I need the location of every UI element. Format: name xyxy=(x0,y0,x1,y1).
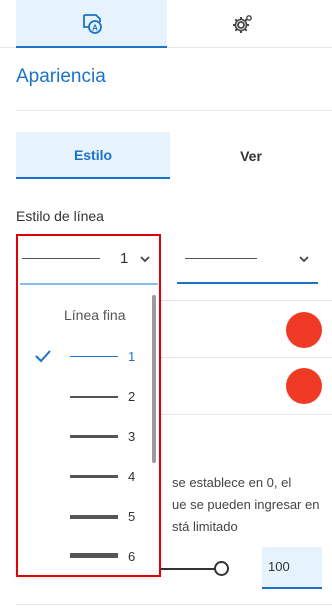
fill-color-swatch[interactable] xyxy=(286,368,322,404)
highlight-box xyxy=(16,234,161,577)
line-style-select[interactable] xyxy=(177,236,318,284)
tab-settings[interactable] xyxy=(167,0,318,48)
segment-estilo[interactable]: Estilo xyxy=(16,132,170,179)
slider-handle[interactable] xyxy=(214,561,229,576)
divider xyxy=(16,110,332,111)
tab-style[interactable]: A xyxy=(16,0,167,48)
chevron-down-icon xyxy=(299,256,309,263)
top-toolbar: A xyxy=(0,0,332,48)
line-style-label: Estilo de línea xyxy=(16,208,104,224)
line-style-preview xyxy=(185,258,257,259)
svg-text:A: A xyxy=(92,24,98,33)
section-title: Apariencia xyxy=(16,66,106,87)
gear-icon xyxy=(232,15,252,33)
segment-ver[interactable]: Ver xyxy=(170,132,332,179)
slider-value-input[interactable]: 100 xyxy=(262,547,322,589)
line-color-swatch[interactable] xyxy=(286,312,322,348)
help-text: se establece en 0, el ue se pueden ingre… xyxy=(172,475,320,534)
style-appearance-icon: A xyxy=(82,14,102,34)
divider xyxy=(16,604,332,605)
